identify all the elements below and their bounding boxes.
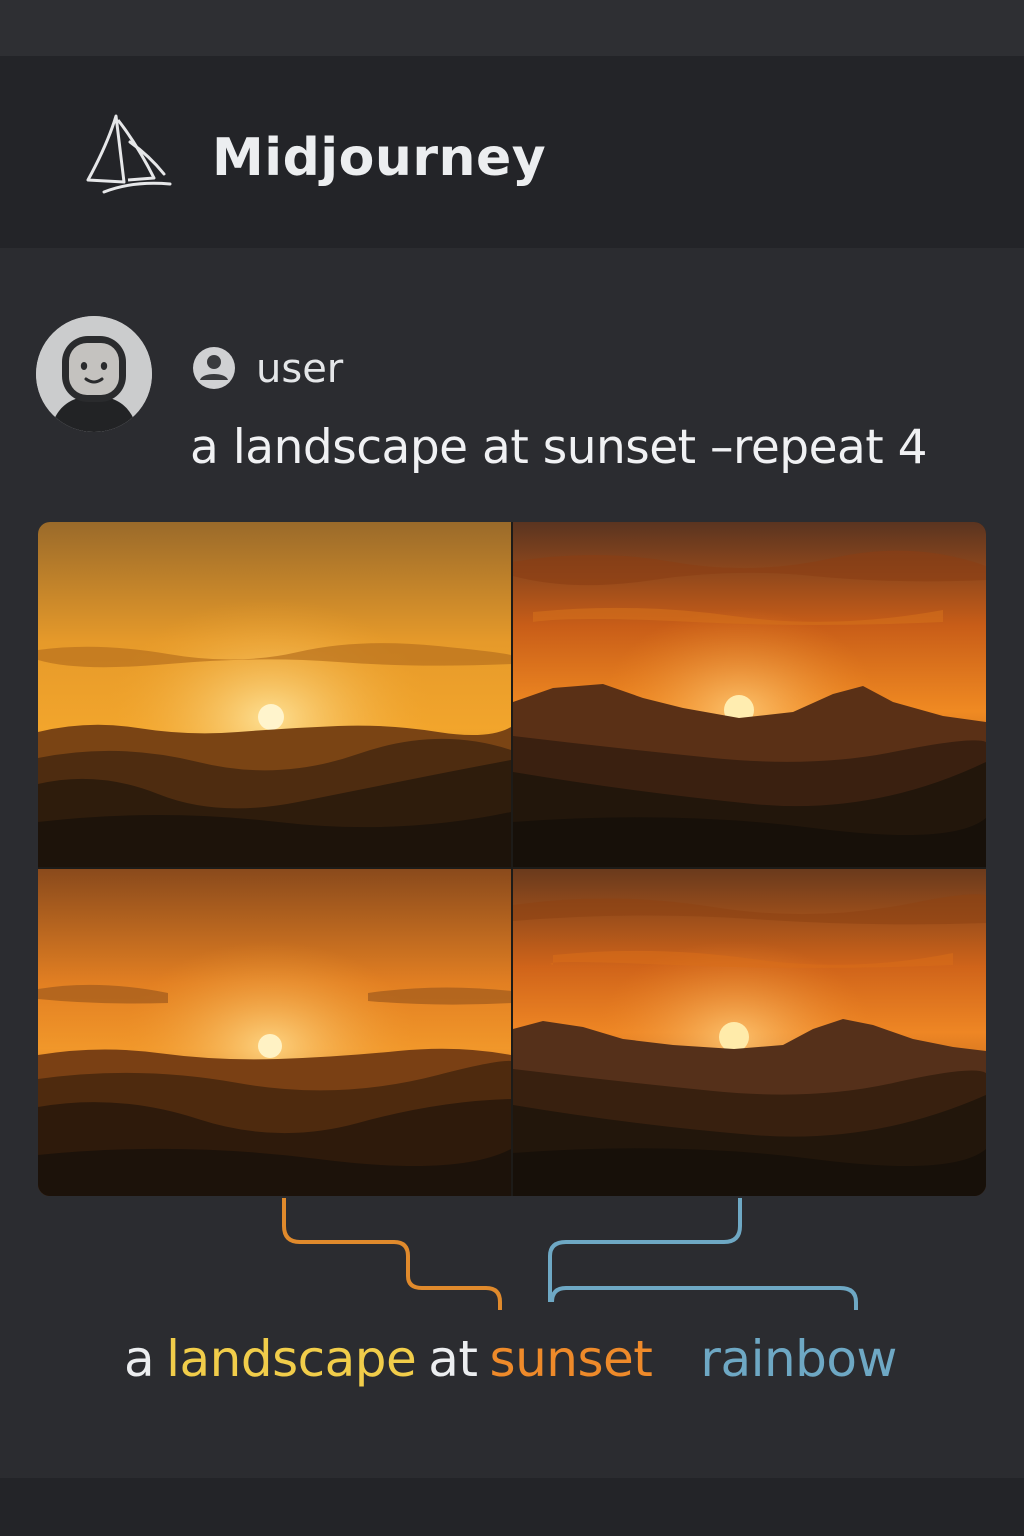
bottom-bar: [0, 1478, 1024, 1536]
top-bar: [0, 0, 1024, 56]
sunset-image-1[interactable]: [38, 522, 511, 867]
sunset-image-2[interactable]: [513, 522, 986, 867]
header: Midjourney: [0, 56, 1024, 248]
robot-avatar-icon[interactable]: [36, 316, 152, 432]
caption-word-sunset: sunset: [489, 1330, 653, 1388]
caption-word-a: a: [124, 1330, 155, 1388]
sailboat-icon: [86, 114, 172, 194]
prompt-text: a landscape at sunset –repeat 4: [190, 420, 928, 475]
user-icon: [193, 347, 235, 389]
app-title: Midjourney: [212, 128, 547, 188]
username[interactable]: user: [256, 346, 343, 392]
prompt-caption: a landscape at sunset rainbow: [124, 1330, 909, 1388]
sunset-image-3[interactable]: [38, 869, 511, 1196]
caption-word-at: at: [428, 1330, 478, 1388]
caption-connector-lines: [282, 1198, 858, 1310]
sunset-image-4[interactable]: [513, 869, 986, 1196]
image-grid: [38, 522, 986, 1196]
app-window: Midjourney user a landscape at sunset –r…: [0, 0, 1024, 1536]
caption-word-landscape: landscape: [166, 1330, 417, 1388]
caption-word-rainbow: rainbow: [700, 1330, 897, 1388]
